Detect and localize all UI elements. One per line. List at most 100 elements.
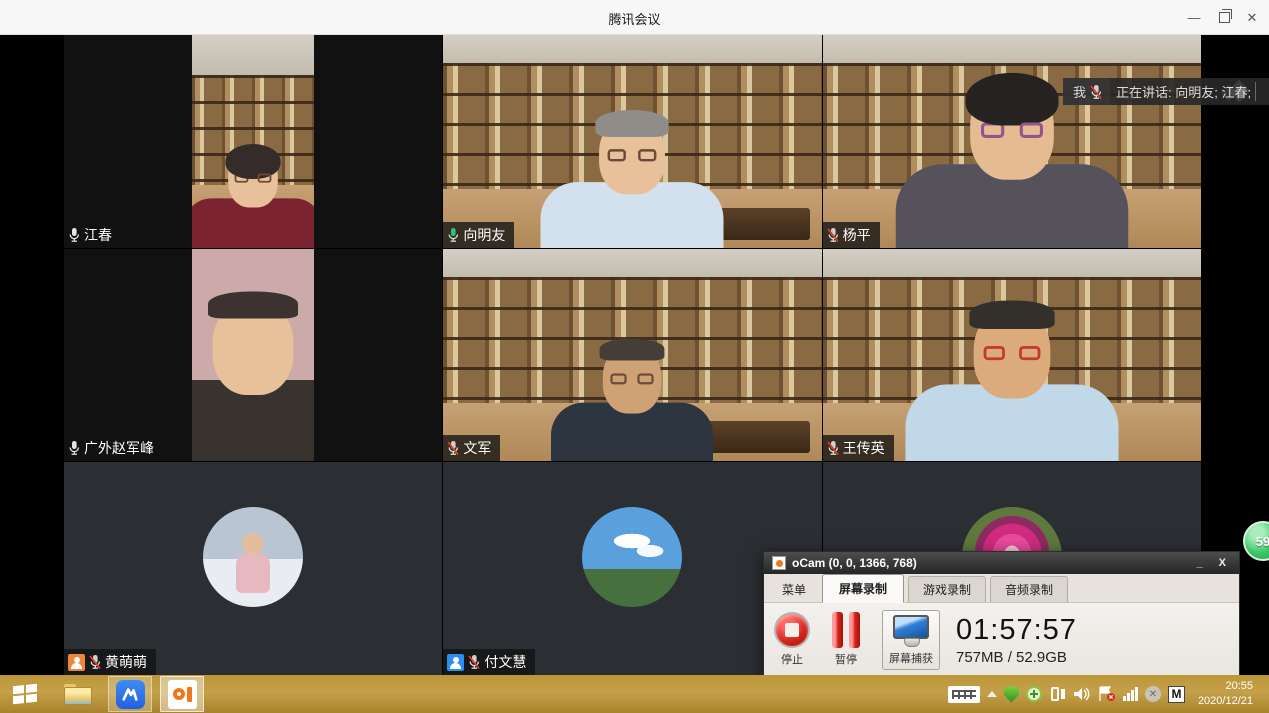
mic-on-icon: [68, 227, 80, 243]
tab-screen-record[interactable]: 屏幕录制: [822, 574, 904, 603]
volume-icon[interactable]: [1073, 686, 1091, 702]
recording-stats: 01:57:57 757MB / 52.9GB: [956, 614, 1077, 666]
participant-name: 文军: [463, 438, 491, 458]
signal-strength-icon[interactable]: [1123, 687, 1138, 701]
participant-video: [64, 35, 442, 248]
ocam-minimize-button[interactable]: _: [1192, 557, 1208, 569]
meeting-titlebar: 腾讯会议 — ✕: [0, 0, 1269, 35]
recording-timer: 01:57:57: [956, 614, 1077, 647]
participant-nameplate: 黄萌萌: [64, 649, 156, 675]
participant-name: 江春: [84, 225, 112, 245]
participant-name: 王传英: [843, 438, 885, 458]
video-tile-huangmengmeng[interactable]: 黄萌萌: [64, 462, 442, 675]
person-figure: [541, 116, 724, 248]
clock-time: 20:55: [1198, 679, 1253, 694]
participant-nameplate: 向明友: [443, 222, 514, 248]
status-circle-icon[interactable]: ✕: [1145, 686, 1161, 702]
video-tile-zhaojunfeng[interactable]: 广外赵军峰: [64, 249, 442, 462]
video-tile-wangchuanying[interactable]: 王传英: [823, 249, 1201, 462]
profile-badge-icon: [447, 654, 464, 671]
window-title: 腾讯会议: [0, 9, 1269, 28]
mic-on-icon: [68, 440, 80, 456]
video-tile-xiangmingyou[interactable]: 向明友: [443, 35, 821, 248]
taskbar-file-explorer[interactable]: [56, 676, 100, 712]
recording-storage: 757MB / 52.9GB: [956, 649, 1077, 666]
banner-divider: [1255, 82, 1256, 101]
tab-game-record[interactable]: 游戏录制: [908, 576, 986, 602]
mic-muted-icon: [827, 440, 839, 456]
me-chip: 我: [1063, 78, 1110, 105]
participant-name: 杨平: [843, 225, 871, 245]
profile-badge-icon: [68, 654, 85, 671]
person-figure: [192, 299, 314, 461]
video-tile-yangping[interactable]: 杨平: [823, 35, 1201, 248]
participant-nameplate: 广外赵军峰: [64, 435, 163, 461]
person-figure: [551, 345, 713, 462]
participant-video: [443, 35, 821, 248]
tencent-meeting-icon: [116, 680, 145, 709]
participant-video: [823, 35, 1201, 248]
clock-date: 2020/12/21: [1198, 694, 1253, 709]
video-tile-wenjun[interactable]: 文军: [443, 249, 821, 462]
stop-button[interactable]: 停止: [774, 612, 810, 667]
person-figure: [905, 308, 1118, 461]
taskbar-clock[interactable]: 20:55 2020/12/21: [1192, 679, 1263, 709]
touch-keyboard-icon[interactable]: [948, 686, 980, 703]
taskbar: ✕ M 20:55 2020/12/21: [0, 675, 1269, 713]
stop-label: 停止: [781, 651, 803, 667]
pause-label: 暂停: [835, 651, 857, 667]
participant-name: 黄萌萌: [105, 652, 147, 672]
video-tile-jiangchun[interactable]: 江春: [64, 35, 442, 248]
stop-icon: [774, 612, 810, 648]
security-shield-icon[interactable]: [1004, 686, 1019, 703]
monitor-icon: [893, 615, 929, 647]
participant-name: 向明友: [463, 225, 505, 245]
ocam-body: 停止 暂停 屏幕捕获 01:57:57 757MB / 52.9GB: [764, 603, 1239, 676]
taskbar-tencent-meeting[interactable]: [108, 676, 152, 712]
participant-nameplate: 杨平: [823, 222, 880, 248]
power-icon[interactable]: [1049, 686, 1066, 702]
participant-nameplate: 付文慧: [443, 649, 535, 675]
restore-window-icon[interactable]: [1209, 0, 1239, 35]
mic-muted-icon: [89, 654, 101, 670]
show-hidden-icons-icon[interactable]: [987, 691, 997, 697]
portrait-video: [192, 35, 314, 248]
pause-button[interactable]: 暂停: [832, 612, 860, 667]
mic-muted-icon: [827, 227, 839, 243]
participant-video: [443, 249, 821, 462]
avatar: [582, 507, 682, 607]
ocam-window[interactable]: oCam (0, 0, 1366, 768) _ X 菜单 屏幕录制 游戏录制 …: [763, 551, 1240, 677]
portrait-video: [192, 249, 314, 462]
pause-icon: [832, 612, 860, 648]
floating-ball-value: 59: [1256, 534, 1269, 549]
ocam-tabbar: 菜单 屏幕录制 游戏录制 音频录制: [764, 574, 1239, 603]
screen-capture-button[interactable]: 屏幕捕获: [882, 610, 940, 670]
ocam-titlebar[interactable]: oCam (0, 0, 1366, 768) _ X: [764, 552, 1239, 574]
taskbar-ocam[interactable]: [160, 676, 204, 712]
antivirus-icon[interactable]: [1026, 686, 1042, 702]
tab-menu[interactable]: 菜单: [770, 577, 818, 602]
system-tray: ✕ M 20:55 2020/12/21: [948, 679, 1269, 709]
minimize-window-icon[interactable]: —: [1179, 0, 1209, 35]
participant-nameplate: 江春: [64, 222, 121, 248]
network-flag-icon[interactable]: [1098, 686, 1116, 702]
ocam-taskbar-icon: [168, 680, 197, 709]
close-window-icon[interactable]: ✕: [1237, 0, 1267, 35]
participant-name: 广外赵军峰: [84, 438, 154, 458]
avatar: [203, 507, 303, 607]
tab-audio-record[interactable]: 音频录制: [990, 576, 1068, 602]
mic-muted-icon: [1090, 84, 1102, 100]
ocam-close-button[interactable]: X: [1214, 557, 1231, 569]
participant-video: [823, 249, 1201, 462]
start-button[interactable]: [0, 675, 50, 713]
speaking-indicator-banner: 我 正在讲话: 向明友; 江春;: [1063, 78, 1269, 105]
me-label: 我: [1073, 82, 1086, 101]
mic-speaking-icon: [447, 227, 459, 243]
capture-label: 屏幕捕获: [889, 650, 933, 666]
participant-video: [64, 249, 442, 462]
person-figure: [896, 80, 1129, 247]
ocam-app-icon: [772, 556, 786, 570]
person-figure: [192, 148, 314, 247]
desktop: 腾讯会议 — ✕: [0, 0, 1269, 713]
m-app-tray-icon[interactable]: M: [1168, 686, 1185, 703]
